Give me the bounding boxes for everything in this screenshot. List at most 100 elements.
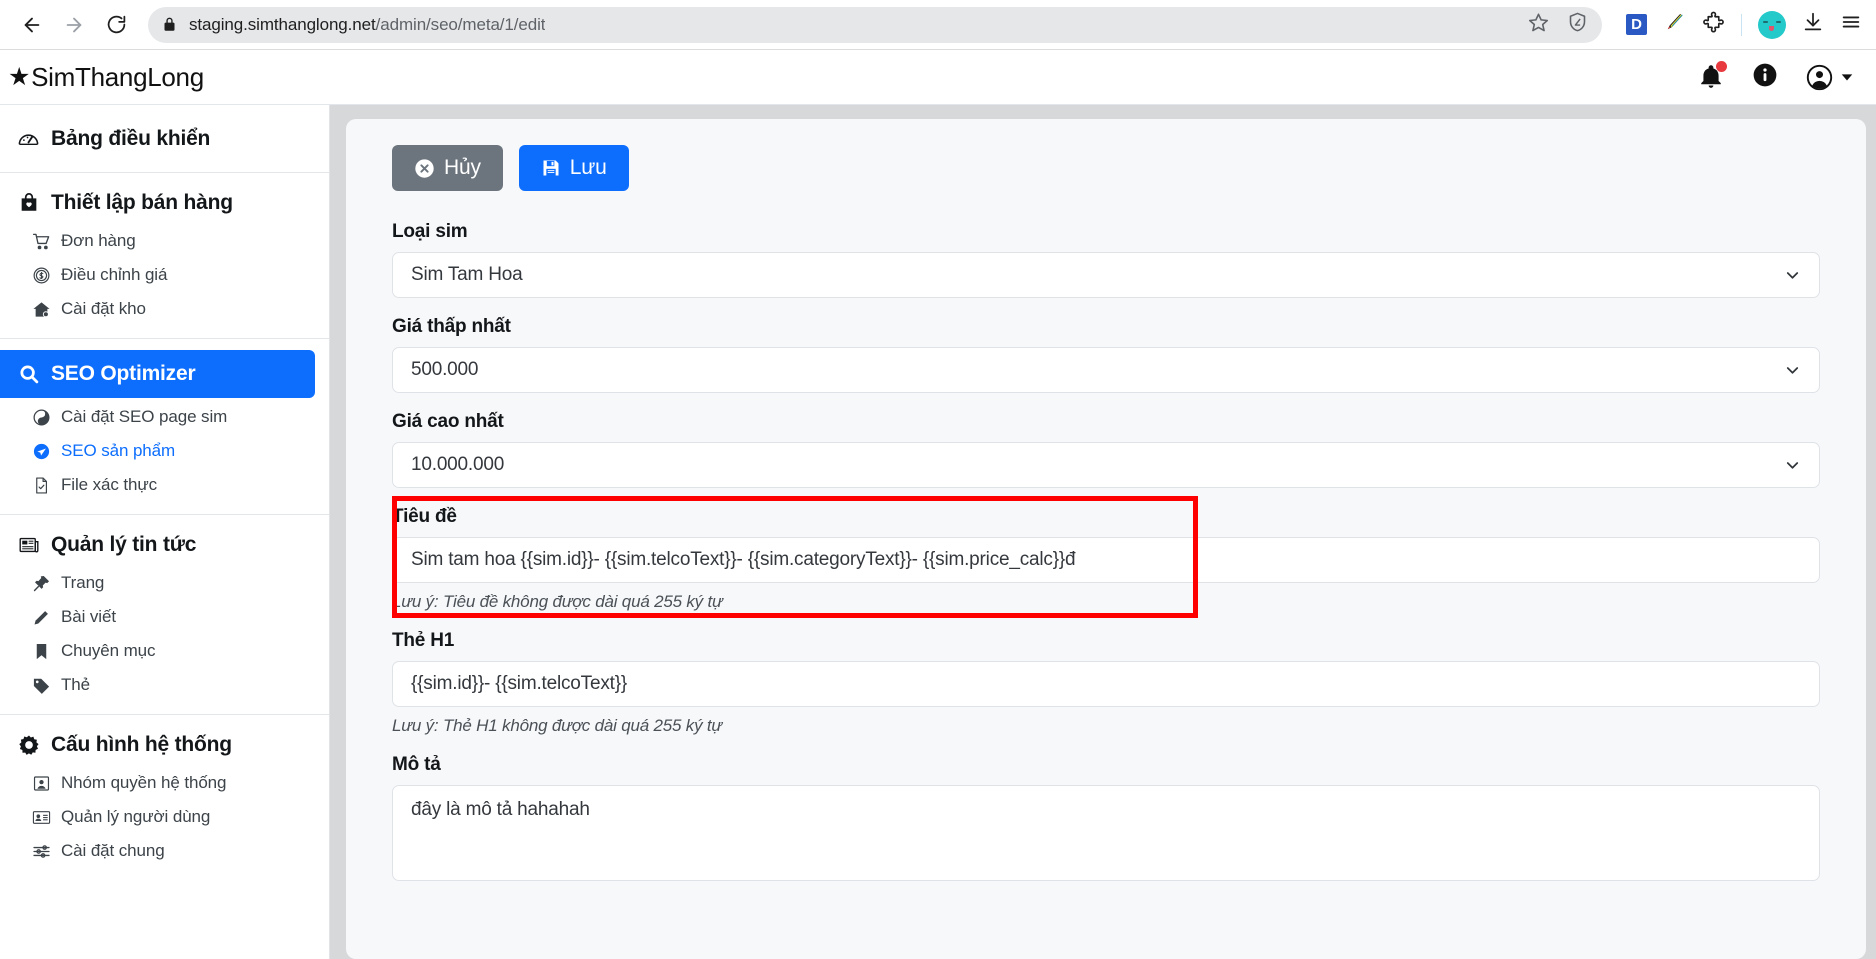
tag-icon bbox=[30, 676, 52, 695]
min-price-select[interactable]: 500.000 bbox=[392, 347, 1820, 393]
field-h1-tag: Thẻ H1 {{sim.id}}- {{sim.telcoText}} Lưu… bbox=[392, 630, 1820, 736]
field-min-price: Giá thấp nhất 500.000 bbox=[392, 316, 1820, 393]
sidebar-item-label: Cài đặt chung bbox=[61, 841, 165, 860]
star-icon: ★ bbox=[8, 62, 31, 91]
browser-toolbar: staging.simthanglong.net/admin/seo/meta/… bbox=[0, 0, 1876, 50]
back-button[interactable] bbox=[14, 7, 50, 43]
sidebar-item-the[interactable]: Thẻ bbox=[0, 668, 329, 702]
main-content: Hủy Lưu Loại sim Sim Tam Hoa Giá thấp nh… bbox=[330, 105, 1876, 959]
save-button-label: Lưu bbox=[569, 156, 607, 179]
profile-avatar-icon[interactable] bbox=[1758, 10, 1786, 39]
sidebar-item-bai-viet[interactable]: Bài viết bbox=[0, 600, 329, 634]
sim-type-value[interactable]: Sim Tam Hoa bbox=[392, 252, 1820, 298]
brand-name: SimThangLong bbox=[31, 61, 204, 92]
sidebar-item-label: Chuyên mục bbox=[61, 641, 156, 660]
sidebar-item-don-hang[interactable]: Đơn hàng bbox=[0, 224, 329, 258]
address-bar[interactable]: staging.simthanglong.net/admin/seo/meta/… bbox=[148, 6, 1602, 43]
lock-icon bbox=[162, 16, 177, 33]
sidebar-group-sales[interactable]: Thiết lập bán hàng bbox=[0, 182, 329, 224]
sidebar-group-label: Quản lý tin tức bbox=[51, 533, 197, 556]
sidebar-item-file-xac-thuc[interactable]: File xác thực bbox=[0, 468, 329, 502]
sidebar-item-seo-san-pham[interactable]: SEO sản phẩm bbox=[0, 434, 329, 468]
forward-button[interactable] bbox=[56, 7, 92, 43]
max-price-select[interactable]: 10.000.000 bbox=[392, 442, 1820, 488]
sidebar-item-label: Quản lý người dùng bbox=[61, 807, 211, 826]
notification-bell-button[interactable] bbox=[1698, 61, 1727, 90]
cancel-button[interactable]: Hủy bbox=[392, 145, 503, 191]
sidebar-section-news: Quản lý tin tức Trang Bài viết Chuyên mụ… bbox=[0, 515, 329, 715]
sidebar-item-label: Đơn hàng bbox=[61, 231, 136, 250]
brand-logo[interactable]: ★ SimThangLong bbox=[8, 62, 204, 93]
forward-arrow-icon bbox=[66, 17, 82, 32]
save-button[interactable]: Lưu bbox=[518, 145, 629, 191]
sidebar-item-label: Trang bbox=[61, 573, 105, 592]
notification-badge-dot bbox=[1716, 61, 1727, 72]
sidebar-item-cai-dat-chung[interactable]: Cài đặt chung bbox=[0, 834, 329, 868]
title-input[interactable]: Sim tam hoa {{sim.id}}- {{sim.telcoText}… bbox=[392, 537, 1820, 583]
warehouse-icon bbox=[30, 300, 52, 319]
floppy-disk-icon bbox=[541, 158, 561, 178]
reload-button[interactable] bbox=[98, 7, 134, 43]
colored-pen-icon[interactable] bbox=[1663, 11, 1686, 39]
sidebar-item-cai-dat-seo-page-sim[interactable]: Cài đặt SEO page sim bbox=[0, 400, 329, 434]
url-host: staging.simthanglong.net bbox=[189, 14, 376, 34]
seo-meta-edit-card: Hủy Lưu Loại sim Sim Tam Hoa Giá thấp nh… bbox=[346, 119, 1866, 959]
field-max-price: Giá cao nhất 10.000.000 bbox=[392, 411, 1820, 488]
url-text: staging.simthanglong.net/admin/seo/meta/… bbox=[189, 15, 545, 35]
max-price-value[interactable]: 10.000.000 bbox=[392, 442, 1820, 488]
extension-d-icon[interactable]: D bbox=[1626, 14, 1647, 35]
field-sim-type: Loại sim Sim Tam Hoa bbox=[392, 221, 1820, 298]
field-label: Giá thấp nhất bbox=[392, 316, 511, 337]
sidebar-item-chuyen-muc[interactable]: Chuyên mục bbox=[0, 634, 329, 668]
reload-icon bbox=[107, 15, 125, 34]
sidebar-group-system-config[interactable]: Cấu hình hệ thống bbox=[0, 724, 329, 766]
sidebar-item-label: Nhóm quyền hệ thống bbox=[61, 773, 227, 792]
min-price-value[interactable]: 500.000 bbox=[392, 347, 1820, 393]
field-label: Tiêu đề bbox=[392, 506, 457, 527]
sidebar-item-label: File xác thực bbox=[61, 475, 158, 494]
description-textarea[interactable]: đây là mô tả hahahah bbox=[392, 785, 1820, 881]
sidebar-item-dashboard[interactable]: Bảng điều khiển bbox=[0, 118, 329, 160]
sidebar-group-label: SEO Optimizer bbox=[51, 362, 196, 385]
sim-type-select[interactable]: Sim Tam Hoa bbox=[392, 252, 1820, 298]
sidebar-section-sales: Thiết lập bán hàng Đơn hàng Điều chỉnh g… bbox=[0, 173, 329, 339]
sidebar-section-seo: SEO Optimizer Cài đặt SEO page sim SEO s… bbox=[0, 339, 329, 515]
sidebar-item-label: SEO sản phẩm bbox=[61, 441, 176, 460]
field-title: Tiêu đề Sim tam hoa {{sim.id}}- {{sim.te… bbox=[392, 496, 1820, 618]
sidebar-item-label: Cài đặt SEO page sim bbox=[61, 407, 228, 426]
url-path: /admin/seo/meta/1/edit bbox=[375, 14, 546, 34]
close-circle-icon bbox=[414, 158, 435, 179]
title-hint: Lưu ý: Tiêu đề không được dài quá 255 ký… bbox=[392, 592, 723, 611]
shopping-cart-icon bbox=[30, 232, 52, 251]
sidebar-group-seo-optimizer[interactable]: SEO Optimizer bbox=[0, 350, 315, 398]
cancel-button-label: Hủy bbox=[444, 156, 481, 179]
app-shell: Bảng điều khiển Thiết lập bán hàng Đơn h… bbox=[0, 105, 1876, 959]
account-circle-icon bbox=[1806, 64, 1833, 90]
sidebar-item-trang[interactable]: Trang bbox=[0, 566, 329, 600]
puzzle-piece-icon[interactable] bbox=[1702, 11, 1725, 39]
h1-tag-input[interactable]: {{sim.id}}- {{sim.telcoText}} bbox=[392, 661, 1820, 707]
sidebar-item-dieu-chinh-gia[interactable]: Điều chỉnh giá bbox=[0, 258, 329, 292]
user-account-menu[interactable] bbox=[1806, 64, 1854, 91]
field-description: Mô tả đây là mô tả hahahah bbox=[392, 754, 1820, 881]
field-label: Giá cao nhất bbox=[392, 411, 504, 432]
field-label: Loại sim bbox=[392, 221, 468, 242]
download-icon[interactable] bbox=[1802, 11, 1824, 38]
sidebar-item-nhom-quyen-he-thong[interactable]: Nhóm quyền hệ thống bbox=[0, 766, 329, 800]
sidebar-item-label: Điều chỉnh giá bbox=[61, 265, 168, 284]
bookmark-star-icon[interactable] bbox=[1528, 12, 1549, 38]
magnifier-icon bbox=[16, 363, 41, 385]
header-actions bbox=[1698, 61, 1854, 93]
sidebar-item-cai-dat-kho[interactable]: Cài đặt kho bbox=[0, 292, 329, 326]
sidebar-item-label: Thẻ bbox=[61, 675, 90, 694]
sidebar-group-label: Thiết lập bán hàng bbox=[51, 191, 233, 214]
sidebar-item-quan-ly-nguoi-dung[interactable]: Quản lý người dùng bbox=[0, 800, 329, 834]
gear-icon bbox=[16, 734, 41, 756]
sidebar-group-news[interactable]: Quản lý tin tức bbox=[0, 524, 329, 566]
shopping-bag-icon bbox=[16, 192, 41, 214]
info-button[interactable] bbox=[1752, 62, 1778, 93]
coin-dollar-icon bbox=[30, 266, 52, 285]
hamburger-menu-icon[interactable] bbox=[1840, 11, 1862, 38]
file-check-icon bbox=[30, 476, 52, 495]
shield-icon[interactable] bbox=[1567, 11, 1588, 38]
